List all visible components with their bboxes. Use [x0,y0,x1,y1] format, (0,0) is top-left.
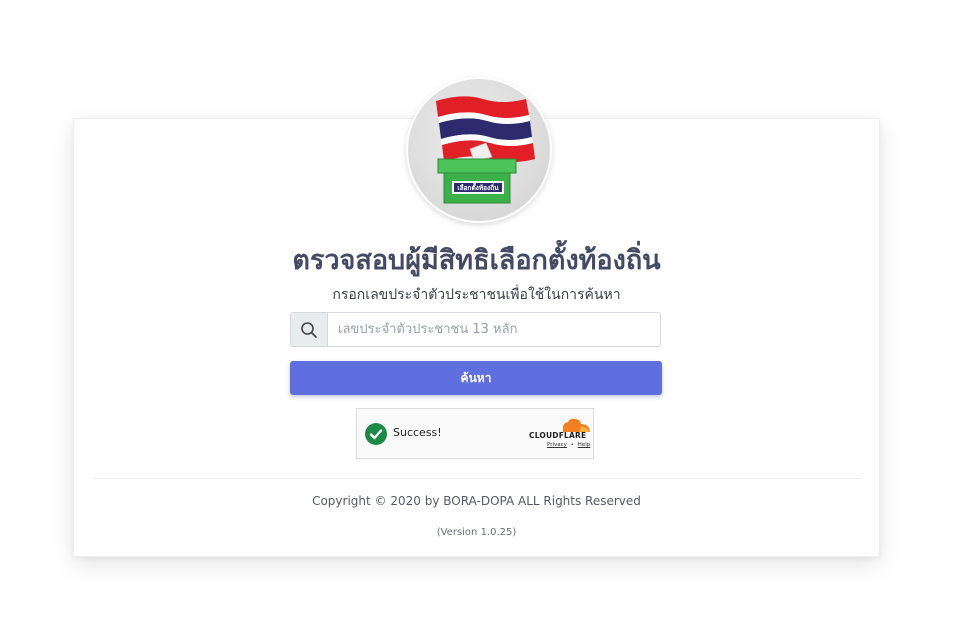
search-addon [290,312,327,347]
cloudflare-captcha-widget[interactable]: Success! CLOUDFLARE Privacy • Help [356,408,594,459]
election-logo: เลือกตั้งท้องถิ่น [406,77,552,223]
footer-divider [93,478,860,479]
success-check-icon [365,423,387,445]
page: เลือกตั้งท้องถิ่น ตรวจสอบผู้มีสิทธิเลือก… [0,0,960,637]
captcha-links: Privacy • Help [547,442,590,448]
page-subtitle: กรอกเลขประจำตัวประชาชนเพื่อใช้ในการค้นหา [332,287,621,303]
cloudflare-name: CLOUDFLARE [529,431,587,440]
search-icon [301,321,317,338]
help-link[interactable]: Help [578,442,591,448]
flag-ballot-box-icon: เลือกตั้งท้องถิ่น [436,96,535,204]
captcha-status: Success! [393,426,442,439]
citizen-id-input[interactable] [327,312,661,347]
ballot-box-icon [437,158,517,204]
search-button[interactable]: ค้นหา [290,361,662,395]
privacy-link[interactable]: Privacy [547,442,567,448]
copyright-text: Copyright © 2020 by BORA-DOPA ALL Rights… [312,494,641,508]
search-input-group [290,312,661,347]
link-separator: • [570,442,574,448]
ballot-box-label: เลือกตั้งท้องถิ่น [457,182,499,192]
page-title: ตรวจสอบผู้มีสิทธิเลือกตั้งท้องถิ่น [292,245,661,276]
version-text: (Version 1.0.25) [436,527,517,538]
